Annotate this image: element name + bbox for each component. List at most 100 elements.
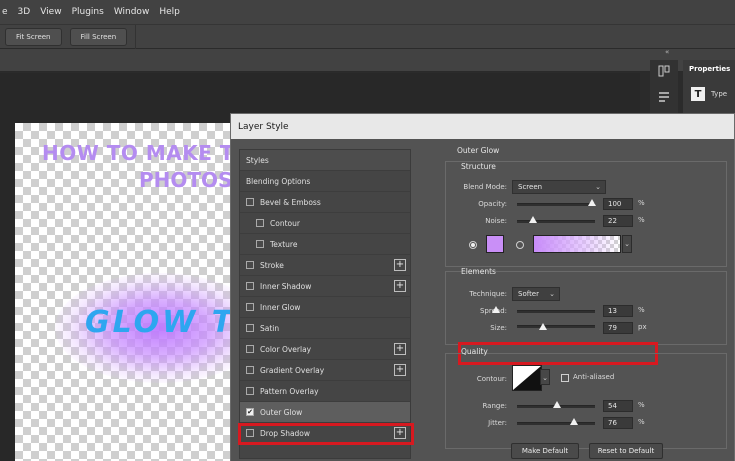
make-default-button[interactable]: Make Default — [511, 443, 579, 459]
anti-aliased-label: Anti-aliased — [573, 373, 615, 381]
style-item-label: Satin — [260, 323, 280, 333]
jitter-input[interactable]: 76 — [603, 417, 633, 429]
style-item-label: Bevel & Emboss — [260, 197, 321, 207]
style-checkbox[interactable] — [246, 366, 254, 374]
menu-item-window[interactable]: Window — [109, 7, 155, 17]
style-checkbox[interactable] — [256, 219, 264, 227]
style-item-label: Outer Glow — [260, 407, 303, 417]
styles-list: Styles Blending Options Bevel & Emboss Co… — [239, 149, 411, 459]
opacity-slider-track[interactable] — [517, 203, 595, 206]
style-item-contour[interactable]: Contour — [240, 213, 410, 234]
panel-icon-strip — [650, 60, 678, 120]
contour-preview[interactable] — [512, 365, 542, 391]
style-item-inner-shadow[interactable]: Inner Shadow + — [240, 276, 410, 297]
chevron-down-icon: ⌄ — [549, 290, 555, 298]
blending-options-item[interactable]: Blending Options — [240, 171, 410, 192]
properties-title[interactable]: Properties — [683, 60, 735, 73]
jitter-label: Jitter: — [488, 419, 507, 427]
solid-color-radio[interactable] — [469, 241, 477, 249]
style-checkbox[interactable] — [246, 261, 254, 269]
properties-panel-icon[interactable] — [653, 64, 675, 86]
style-item-label: Stroke — [260, 260, 284, 270]
fit-screen-button[interactable]: Fit Screen — [5, 27, 62, 46]
menu-item-view[interactable]: View — [35, 7, 66, 17]
blend-mode-label: Blend Mode: — [463, 183, 507, 191]
style-checkbox[interactable] — [246, 303, 254, 311]
style-checkbox[interactable] — [246, 324, 254, 332]
style-item-pattern-overlay[interactable]: Pattern Overlay — [240, 381, 410, 402]
style-item-label: Texture — [270, 239, 298, 249]
spread-slider-track[interactable] — [517, 310, 595, 313]
document-canvas[interactable]: HOW TO MAKE T PHOTOS GLOW T — [15, 123, 245, 461]
gradient-radio[interactable] — [516, 241, 524, 249]
style-checkbox[interactable] — [246, 345, 254, 353]
elements-label: Elements — [461, 267, 496, 276]
style-item-bevel-emboss[interactable]: Bevel & Emboss — [240, 192, 410, 213]
noise-unit: % — [638, 216, 645, 224]
style-item-label: Pattern Overlay — [260, 386, 319, 396]
jitter-slider-thumb[interactable] — [570, 418, 578, 425]
canvas-headline-1: HOW TO MAKE T — [42, 141, 235, 165]
style-item-label: Inner Shadow — [260, 281, 312, 291]
opacity-input[interactable]: 100 — [603, 198, 633, 210]
style-item-satin[interactable]: Satin — [240, 318, 410, 339]
chevron-down-icon: ⌄ — [595, 183, 601, 191]
size-input[interactable]: 79 — [603, 322, 633, 334]
style-checkbox[interactable]: ✔ — [246, 408, 254, 416]
menu-item-plugins[interactable]: Plugins — [67, 7, 109, 17]
style-checkbox[interactable] — [246, 387, 254, 395]
outer-glow-highlight — [238, 423, 414, 445]
noise-input[interactable]: 22 — [603, 215, 633, 227]
spread-input[interactable]: 13 — [603, 305, 633, 317]
technique-select[interactable]: Softer ⌄ — [512, 287, 560, 301]
menu-item-edit[interactable]: e — [2, 7, 13, 17]
type-layer-icon: T — [691, 87, 705, 101]
canvas-headline-2: PHOTOS — [139, 168, 233, 192]
style-item-gradient-overlay[interactable]: Gradient Overlay + — [240, 360, 410, 381]
opacity-slider-thumb[interactable] — [588, 199, 596, 206]
jitter-slider-track[interactable] — [517, 422, 595, 425]
style-item-outer-glow[interactable]: ✔ Outer Glow — [240, 402, 410, 423]
properties-panel: Properties T Type — [683, 60, 735, 120]
opacity-unit: % — [638, 199, 645, 207]
style-item-texture[interactable]: Texture — [240, 234, 410, 255]
glow-color-swatch[interactable] — [486, 235, 504, 253]
size-slider-thumb[interactable] — [539, 323, 547, 330]
spread-unit: % — [638, 306, 645, 314]
styles-header[interactable]: Styles — [240, 150, 410, 171]
size-unit: px — [638, 323, 647, 331]
contour-picker-chevron-icon[interactable]: ⌄ — [540, 369, 550, 385]
add-style-plus-icon[interactable]: + — [394, 364, 406, 376]
style-item-label: Inner Glow — [260, 302, 301, 312]
reset-to-default-button[interactable]: Reset to Default — [589, 443, 663, 459]
paragraph-panel-icon[interactable] — [653, 90, 675, 112]
style-item-color-overlay[interactable]: Color Overlay + — [240, 339, 410, 360]
range-slider-thumb[interactable] — [553, 401, 561, 408]
size-label: Size: — [490, 324, 507, 332]
add-style-plus-icon[interactable]: + — [394, 259, 406, 271]
style-item-stroke[interactable]: Stroke + — [240, 255, 410, 276]
menu-item-help[interactable]: Help — [154, 7, 185, 17]
options-bar: Fit Screen Fill Screen — [0, 24, 735, 49]
gradient-picker-chevron-icon[interactable]: ⌄ — [622, 235, 632, 253]
anti-aliased-checkbox[interactable] — [561, 374, 569, 382]
size-slider-track[interactable] — [517, 325, 595, 328]
style-checkbox[interactable] — [256, 240, 264, 248]
style-checkbox[interactable] — [246, 282, 254, 290]
style-checkbox[interactable] — [246, 198, 254, 206]
style-item-label: Gradient Overlay — [260, 365, 325, 375]
noise-slider-thumb[interactable] — [529, 216, 537, 223]
add-style-plus-icon[interactable]: + — [394, 280, 406, 292]
collapse-panels-icon[interactable]: « — [665, 48, 669, 56]
fill-screen-button[interactable]: Fill Screen — [69, 27, 128, 46]
glow-gradient-swatch[interactable] — [533, 235, 621, 253]
menu-item-3d[interactable]: 3D — [13, 7, 36, 17]
spread-slider-thumb[interactable] — [492, 306, 500, 313]
add-style-plus-icon[interactable]: + — [394, 343, 406, 355]
opacity-label: Opacity: — [478, 200, 507, 208]
blend-mode-select[interactable]: Screen ⌄ — [512, 180, 606, 194]
quality-label: Quality — [461, 347, 488, 356]
menu-bar: e 3D View Plugins Window Help — [0, 0, 735, 24]
range-input[interactable]: 54 — [603, 400, 633, 412]
style-item-inner-glow[interactable]: Inner Glow — [240, 297, 410, 318]
